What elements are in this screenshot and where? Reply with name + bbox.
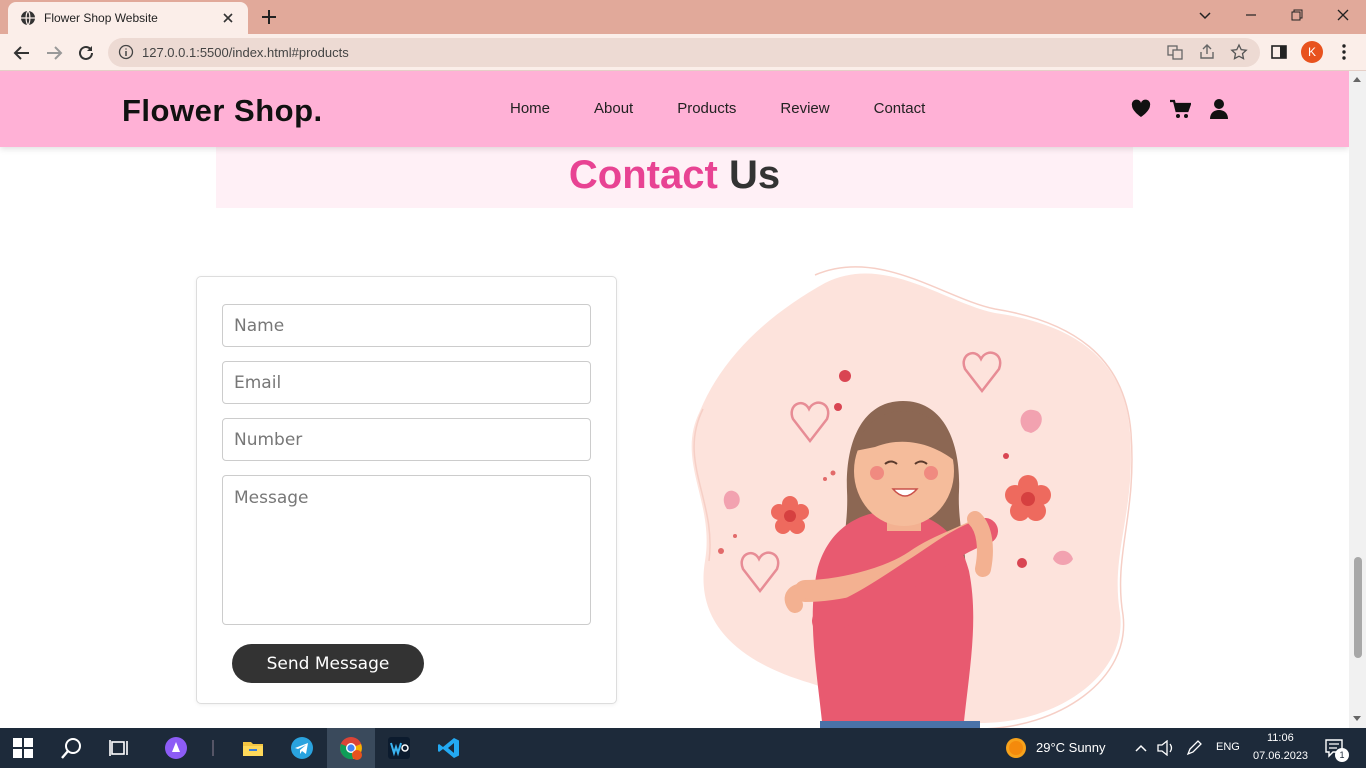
new-tab-icon[interactable]: [258, 6, 280, 28]
clock-time[interactable]: 11:06: [1267, 732, 1294, 744]
name-input[interactable]: [222, 304, 591, 347]
browser-toolbar: 127.0.0.1:5500/index.html#products K: [0, 34, 1366, 71]
cart-icon[interactable]: [1169, 98, 1191, 120]
address-bar[interactable]: 127.0.0.1:5500/index.html#products: [108, 38, 1260, 67]
windows-start-icon[interactable]: [13, 738, 33, 758]
restore-icon[interactable]: [1274, 0, 1320, 30]
nav-contact[interactable]: Contact: [874, 100, 926, 117]
scrollbar-thumb[interactable]: [1354, 557, 1362, 658]
alice-assistant-icon[interactable]: [164, 736, 188, 760]
page-viewport: Flower Shop. Home About Products Review …: [0, 71, 1349, 728]
taskbar: 29°C Sunny ENG 11:06 07.06.2023 1: [0, 728, 1366, 768]
heart-icon[interactable]: [1130, 98, 1152, 120]
contact-form: Send Message: [196, 276, 617, 704]
forward-icon[interactable]: [41, 40, 67, 66]
tab-strip: Flower Shop Website: [0, 0, 1366, 34]
nav-home[interactable]: Home: [510, 100, 550, 117]
minimize-icon[interactable]: [1228, 0, 1274, 30]
message-textarea[interactable]: [222, 475, 591, 625]
tab-title: Flower Shop Website: [44, 11, 158, 25]
volume-icon[interactable]: [1157, 740, 1175, 756]
notification-count-badge: 1: [1335, 748, 1349, 762]
clock-date[interactable]: 07.06.2023: [1253, 750, 1308, 762]
browser-menu-icon[interactable]: [1336, 43, 1352, 61]
scroll-up-icon[interactable]: [1353, 77, 1361, 82]
chrome-icon[interactable]: [339, 736, 363, 760]
chevron-up-icon[interactable]: [1134, 741, 1148, 755]
back-icon[interactable]: [9, 40, 35, 66]
nav-products[interactable]: Products: [677, 100, 736, 117]
send-message-button[interactable]: Send Message: [232, 644, 424, 683]
number-input[interactable]: [222, 418, 591, 461]
vscode-icon[interactable]: [437, 736, 461, 760]
nav-about[interactable]: About: [594, 100, 633, 117]
profile-avatar[interactable]: K: [1301, 41, 1323, 63]
main-nav: Home About Products Review Contact: [510, 100, 969, 117]
close-tab-icon[interactable]: [220, 10, 236, 26]
heading-accent: Contact: [568, 153, 718, 197]
close-window-icon[interactable]: [1320, 0, 1366, 30]
url-text: 127.0.0.1:5500/index.html#products: [142, 45, 349, 60]
pen-icon[interactable]: [1185, 739, 1203, 757]
search-icon[interactable]: [60, 736, 84, 760]
email-input[interactable]: [222, 361, 591, 404]
language-indicator[interactable]: ENG: [1216, 741, 1240, 753]
share-icon[interactable]: [1198, 43, 1216, 61]
site-logo[interactable]: Flower Shop.: [122, 93, 323, 129]
task-view-icon[interactable]: [108, 736, 132, 760]
site-header: Flower Shop. Home About Products Review …: [0, 71, 1349, 147]
bookmark-star-icon[interactable]: [1230, 43, 1248, 61]
weather-text[interactable]: 29°C Sunny: [1036, 740, 1106, 755]
user-icon[interactable]: [1208, 98, 1230, 120]
webstorm-icon[interactable]: [387, 736, 411, 760]
side-panel-icon[interactable]: [1270, 43, 1288, 61]
taskbar-divider: [212, 740, 214, 756]
heading-rest: Us: [728, 153, 781, 197]
tab-search-icon[interactable]: [1182, 0, 1228, 30]
file-explorer-icon[interactable]: [241, 736, 265, 760]
globe-icon: [21, 10, 35, 26]
contact-heading-band: Contact Us: [216, 147, 1133, 208]
site-info-icon[interactable]: [118, 44, 134, 60]
scroll-down-icon[interactable]: [1353, 716, 1361, 721]
browser-tab[interactable]: Flower Shop Website: [8, 2, 248, 34]
self-love-illustration: [691, 266, 1133, 728]
telegram-icon[interactable]: [290, 736, 314, 760]
reload-icon[interactable]: [73, 40, 99, 66]
nav-review[interactable]: Review: [780, 100, 829, 117]
weather-sun-icon[interactable]: [1005, 737, 1027, 759]
section-heading: Contact Us: [216, 153, 1133, 198]
translate-icon[interactable]: [1166, 43, 1184, 61]
page-scrollbar[interactable]: [1349, 71, 1366, 728]
